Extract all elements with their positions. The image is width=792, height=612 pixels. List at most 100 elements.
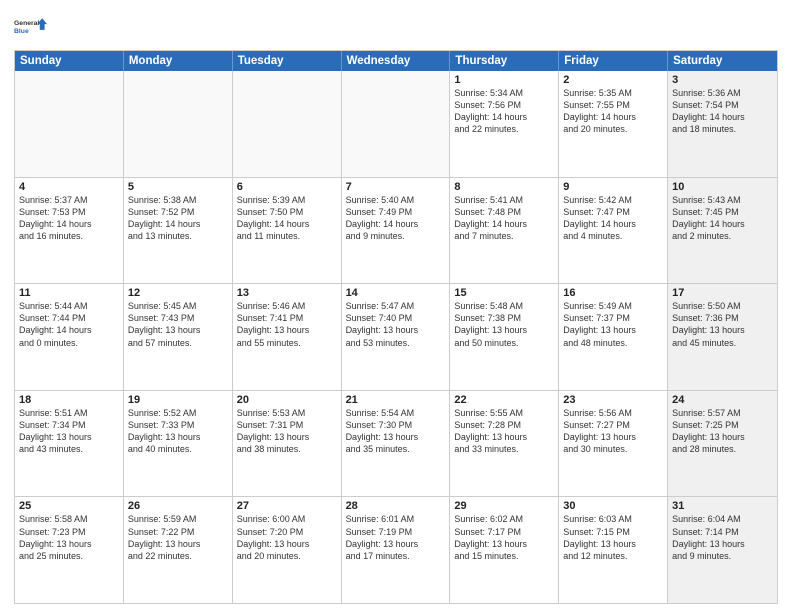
calendar-cell: 5Sunrise: 5:38 AM Sunset: 7:52 PM Daylig… [124,178,233,284]
calendar-header: SundayMondayTuesdayWednesdayThursdayFrid… [15,51,777,71]
calendar-cell: 30Sunrise: 6:03 AM Sunset: 7:15 PM Dayli… [559,497,668,603]
cell-info: Sunrise: 5:52 AM Sunset: 7:33 PM Dayligh… [128,407,228,456]
cell-info: Sunrise: 5:43 AM Sunset: 7:45 PM Dayligh… [672,194,773,243]
cell-info: Sunrise: 5:54 AM Sunset: 7:30 PM Dayligh… [346,407,446,456]
day-number: 30 [563,500,663,512]
cell-info: Sunrise: 5:56 AM Sunset: 7:27 PM Dayligh… [563,407,663,456]
calendar-cell: 15Sunrise: 5:48 AM Sunset: 7:38 PM Dayli… [450,284,559,390]
day-number: 24 [672,394,773,406]
day-number: 21 [346,394,446,406]
day-number: 5 [128,181,228,193]
cell-info: Sunrise: 5:46 AM Sunset: 7:41 PM Dayligh… [237,300,337,349]
cell-info: Sunrise: 5:34 AM Sunset: 7:56 PM Dayligh… [454,87,554,136]
cell-info: Sunrise: 5:47 AM Sunset: 7:40 PM Dayligh… [346,300,446,349]
calendar-cell: 18Sunrise: 5:51 AM Sunset: 7:34 PM Dayli… [15,391,124,497]
calendar-cell: 13Sunrise: 5:46 AM Sunset: 7:41 PM Dayli… [233,284,342,390]
day-number: 11 [19,287,119,299]
day-number: 2 [563,74,663,86]
calendar-page: General Blue SundayMondayTuesdayWednesda… [0,0,792,612]
calendar-cell: 14Sunrise: 5:47 AM Sunset: 7:40 PM Dayli… [342,284,451,390]
logo-svg: General Blue [14,10,48,44]
calendar-cell [233,71,342,177]
svg-text:Blue: Blue [14,28,29,35]
day-number: 15 [454,287,554,299]
cell-info: Sunrise: 5:40 AM Sunset: 7:49 PM Dayligh… [346,194,446,243]
cell-info: Sunrise: 5:36 AM Sunset: 7:54 PM Dayligh… [672,87,773,136]
day-number: 27 [237,500,337,512]
cell-info: Sunrise: 5:53 AM Sunset: 7:31 PM Dayligh… [237,407,337,456]
calendar-cell: 22Sunrise: 5:55 AM Sunset: 7:28 PM Dayli… [450,391,559,497]
day-number: 25 [19,500,119,512]
day-number: 12 [128,287,228,299]
cell-info: Sunrise: 6:00 AM Sunset: 7:20 PM Dayligh… [237,513,337,562]
calendar-cell: 23Sunrise: 5:56 AM Sunset: 7:27 PM Dayli… [559,391,668,497]
day-number: 16 [563,287,663,299]
day-number: 26 [128,500,228,512]
cell-info: Sunrise: 5:39 AM Sunset: 7:50 PM Dayligh… [237,194,337,243]
calendar-cell: 19Sunrise: 5:52 AM Sunset: 7:33 PM Dayli… [124,391,233,497]
calendar-cell: 25Sunrise: 5:58 AM Sunset: 7:23 PM Dayli… [15,497,124,603]
calendar-body: 1Sunrise: 5:34 AM Sunset: 7:56 PM Daylig… [15,71,777,603]
calendar-cell: 11Sunrise: 5:44 AM Sunset: 7:44 PM Dayli… [15,284,124,390]
cell-info: Sunrise: 6:04 AM Sunset: 7:14 PM Dayligh… [672,513,773,562]
calendar-cell [342,71,451,177]
cell-info: Sunrise: 5:35 AM Sunset: 7:55 PM Dayligh… [563,87,663,136]
logo: General Blue [14,10,48,44]
day-number: 18 [19,394,119,406]
calendar-row: 25Sunrise: 5:58 AM Sunset: 7:23 PM Dayli… [15,497,777,603]
cell-info: Sunrise: 5:57 AM Sunset: 7:25 PM Dayligh… [672,407,773,456]
calendar-cell: 21Sunrise: 5:54 AM Sunset: 7:30 PM Dayli… [342,391,451,497]
day-number: 6 [237,181,337,193]
day-number: 31 [672,500,773,512]
cell-info: Sunrise: 5:44 AM Sunset: 7:44 PM Dayligh… [19,300,119,349]
cell-info: Sunrise: 5:49 AM Sunset: 7:37 PM Dayligh… [563,300,663,349]
calendar-header-day: Monday [124,51,233,71]
calendar-cell: 28Sunrise: 6:01 AM Sunset: 7:19 PM Dayli… [342,497,451,603]
calendar-header-day: Tuesday [233,51,342,71]
cell-info: Sunrise: 6:02 AM Sunset: 7:17 PM Dayligh… [454,513,554,562]
day-number: 4 [19,181,119,193]
calendar-cell: 29Sunrise: 6:02 AM Sunset: 7:17 PM Dayli… [450,497,559,603]
day-number: 19 [128,394,228,406]
calendar-cell: 1Sunrise: 5:34 AM Sunset: 7:56 PM Daylig… [450,71,559,177]
calendar-header-day: Sunday [15,51,124,71]
cell-info: Sunrise: 5:50 AM Sunset: 7:36 PM Dayligh… [672,300,773,349]
cell-info: Sunrise: 5:58 AM Sunset: 7:23 PM Dayligh… [19,513,119,562]
calendar-cell: 8Sunrise: 5:41 AM Sunset: 7:48 PM Daylig… [450,178,559,284]
day-number: 23 [563,394,663,406]
calendar-cell: 2Sunrise: 5:35 AM Sunset: 7:55 PM Daylig… [559,71,668,177]
day-number: 7 [346,181,446,193]
calendar-cell [15,71,124,177]
day-number: 28 [346,500,446,512]
calendar-row: 4Sunrise: 5:37 AM Sunset: 7:53 PM Daylig… [15,178,777,285]
day-number: 1 [454,74,554,86]
cell-info: Sunrise: 5:38 AM Sunset: 7:52 PM Dayligh… [128,194,228,243]
cell-info: Sunrise: 5:51 AM Sunset: 7:34 PM Dayligh… [19,407,119,456]
calendar-cell: 26Sunrise: 5:59 AM Sunset: 7:22 PM Dayli… [124,497,233,603]
cell-info: Sunrise: 5:45 AM Sunset: 7:43 PM Dayligh… [128,300,228,349]
cell-info: Sunrise: 6:03 AM Sunset: 7:15 PM Dayligh… [563,513,663,562]
calendar-cell: 4Sunrise: 5:37 AM Sunset: 7:53 PM Daylig… [15,178,124,284]
calendar-cell: 24Sunrise: 5:57 AM Sunset: 7:25 PM Dayli… [668,391,777,497]
day-number: 14 [346,287,446,299]
calendar-cell: 27Sunrise: 6:00 AM Sunset: 7:20 PM Dayli… [233,497,342,603]
calendar-row: 11Sunrise: 5:44 AM Sunset: 7:44 PM Dayli… [15,284,777,391]
calendar-cell: 31Sunrise: 6:04 AM Sunset: 7:14 PM Dayli… [668,497,777,603]
cell-info: Sunrise: 5:59 AM Sunset: 7:22 PM Dayligh… [128,513,228,562]
calendar-header-day: Wednesday [342,51,451,71]
calendar-cell: 20Sunrise: 5:53 AM Sunset: 7:31 PM Dayli… [233,391,342,497]
day-number: 29 [454,500,554,512]
calendar-cell: 9Sunrise: 5:42 AM Sunset: 7:47 PM Daylig… [559,178,668,284]
day-number: 9 [563,181,663,193]
day-number: 8 [454,181,554,193]
calendar: SundayMondayTuesdayWednesdayThursdayFrid… [14,50,778,604]
header: General Blue [14,10,778,44]
calendar-cell: 17Sunrise: 5:50 AM Sunset: 7:36 PM Dayli… [668,284,777,390]
calendar-cell: 7Sunrise: 5:40 AM Sunset: 7:49 PM Daylig… [342,178,451,284]
calendar-header-day: Friday [559,51,668,71]
calendar-header-day: Saturday [668,51,777,71]
calendar-row: 1Sunrise: 5:34 AM Sunset: 7:56 PM Daylig… [15,71,777,178]
day-number: 3 [672,74,773,86]
calendar-cell: 10Sunrise: 5:43 AM Sunset: 7:45 PM Dayli… [668,178,777,284]
calendar-cell: 12Sunrise: 5:45 AM Sunset: 7:43 PM Dayli… [124,284,233,390]
